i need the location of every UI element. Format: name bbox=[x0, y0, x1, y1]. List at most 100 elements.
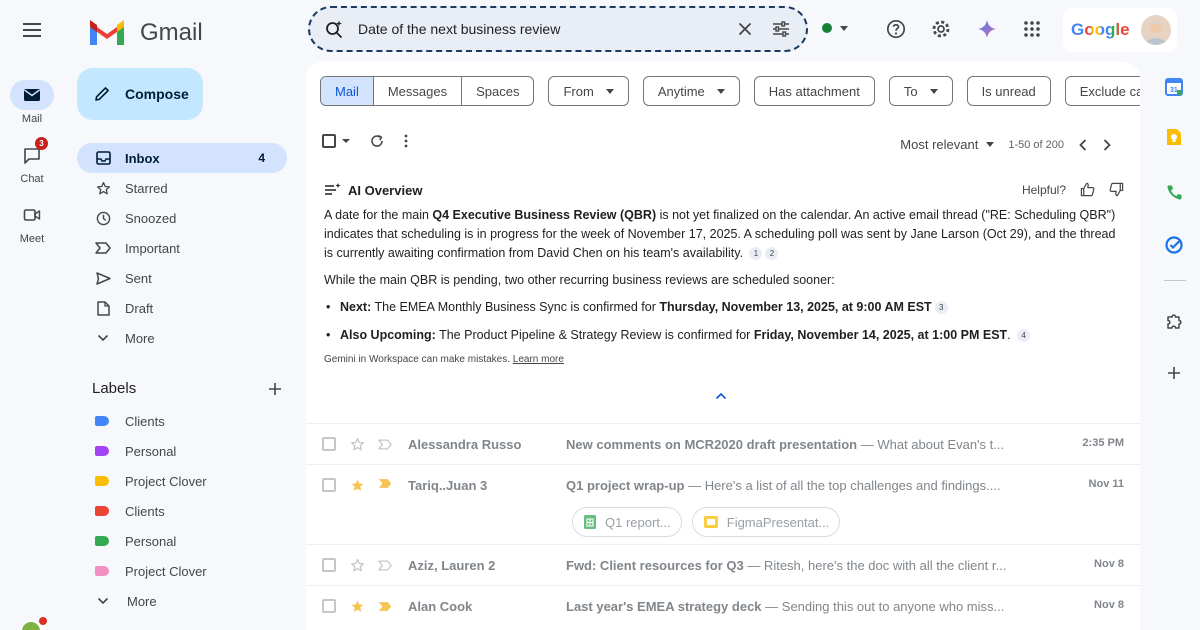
citation-chip[interactable]: 3 bbox=[934, 301, 948, 315]
bold-run: Q4 Executive Business Review (QBR) bbox=[432, 208, 657, 222]
row-checkbox[interactable] bbox=[322, 599, 336, 613]
important-toggle[interactable] bbox=[378, 438, 394, 450]
inbox-count: 4 bbox=[258, 151, 265, 165]
voice-app-button[interactable] bbox=[1165, 183, 1183, 201]
gmail-m-icon bbox=[90, 20, 124, 45]
table-row[interactable]: Alan Cook Last year's EMEA strategy deck… bbox=[306, 585, 1140, 626]
tasks-app-button[interactable] bbox=[1165, 236, 1183, 254]
star-toggle[interactable] bbox=[350, 437, 366, 452]
addons-button[interactable] bbox=[1165, 312, 1183, 330]
label-name: Personal bbox=[125, 533, 177, 549]
important-toggle[interactable] bbox=[378, 601, 394, 612]
rail-chat[interactable]: 3 Chat bbox=[0, 137, 64, 185]
scope-tab-messages[interactable]: Messages bbox=[372, 77, 461, 105]
chevron-right-icon[interactable] bbox=[1102, 138, 1112, 151]
sidebar-item-snoozed[interactable]: Snoozed bbox=[77, 203, 287, 233]
row-checkbox[interactable] bbox=[322, 558, 336, 572]
calendar-app-button[interactable]: 31 bbox=[1165, 78, 1183, 96]
gmail-logo[interactable]: Gmail bbox=[88, 18, 203, 48]
rail-meet-label: Meet bbox=[19, 233, 45, 245]
label-item[interactable]: Personal bbox=[77, 436, 287, 466]
learn-more-link[interactable]: Learn more bbox=[513, 354, 564, 365]
label-item[interactable]: Project Clover bbox=[77, 556, 287, 586]
phone-icon bbox=[1166, 185, 1181, 200]
sidebar-item-important[interactable]: Important bbox=[77, 233, 287, 263]
clear-search-button[interactable] bbox=[734, 18, 756, 40]
sidebar-item-label: Starred bbox=[125, 180, 168, 196]
attachment-chip[interactable]: FigmaPresentat... bbox=[691, 507, 841, 537]
filter-chip-has-attachment[interactable]: Has attachment bbox=[753, 76, 875, 106]
collapse-overview-button[interactable] bbox=[715, 392, 727, 400]
filter-chip-is-unread[interactable]: Is unread bbox=[966, 76, 1051, 106]
scope-tab-spaces[interactable]: Spaces bbox=[461, 77, 533, 105]
sort-label: Most relevant bbox=[900, 137, 979, 152]
filter-chip-exclude-calendar[interactable]: Exclude calendar updates bbox=[1064, 76, 1140, 106]
add-label-icon[interactable] bbox=[268, 382, 282, 396]
sidebar-item-draft[interactable]: Draft bbox=[77, 293, 287, 323]
main-menu-button[interactable] bbox=[21, 20, 43, 40]
search-bar[interactable]: Date of the next business review bbox=[308, 6, 808, 52]
sort-dropdown[interactable]: Most relevant bbox=[900, 137, 995, 152]
scope-tab-mail[interactable]: Mail bbox=[321, 77, 373, 105]
compose-button[interactable]: Compose bbox=[77, 68, 203, 120]
email-sender: Alan Cook bbox=[408, 598, 473, 614]
label-item[interactable]: Clients bbox=[77, 496, 287, 526]
thumbs-down-icon[interactable] bbox=[1109, 182, 1124, 197]
search-input[interactable]: Date of the next business review bbox=[358, 21, 720, 37]
filter-chip-to[interactable]: To bbox=[888, 76, 953, 106]
thumbs-up-icon[interactable] bbox=[1080, 182, 1095, 197]
citation-chip[interactable]: 2 bbox=[765, 247, 779, 261]
get-addons-button[interactable] bbox=[1165, 364, 1183, 382]
star-toggle[interactable] bbox=[350, 558, 366, 573]
star-toggle[interactable] bbox=[350, 478, 366, 493]
rail-meet[interactable]: Meet bbox=[0, 200, 64, 245]
status-selector[interactable] bbox=[822, 23, 848, 33]
row-checkbox[interactable] bbox=[322, 478, 336, 492]
row-checkbox[interactable] bbox=[322, 437, 336, 451]
star-outline-icon bbox=[350, 437, 365, 450]
send-icon bbox=[95, 271, 111, 285]
mail-icon bbox=[24, 89, 40, 101]
email-preview: Last year's EMEA strategy deck — Sending… bbox=[566, 599, 1036, 614]
labels-more[interactable]: More bbox=[77, 586, 287, 616]
rail-chat-label: Chat bbox=[20, 173, 44, 185]
refresh-icon[interactable] bbox=[370, 134, 384, 148]
more-vert-icon[interactable] bbox=[404, 134, 408, 148]
chip-label: From bbox=[563, 83, 594, 99]
filter-chip-from[interactable]: From bbox=[548, 76, 629, 106]
table-row[interactable]: Aziz, Lauren 2 Fwd: Client resources for… bbox=[306, 544, 1140, 585]
main-panel: Mail Messages Spaces From Anytime Has at… bbox=[306, 62, 1140, 630]
email-date: 2:35 PM bbox=[1082, 437, 1124, 449]
filter-chip-anytime[interactable]: Anytime bbox=[642, 76, 740, 106]
sidebar-item-more[interactable]: More bbox=[77, 323, 287, 353]
bold-run: Thursday, November 13, 2025, at 9:00 AM … bbox=[659, 300, 932, 314]
apps-button[interactable] bbox=[1021, 18, 1043, 40]
compose-label: Compose bbox=[125, 86, 189, 102]
important-toggle[interactable] bbox=[378, 559, 394, 571]
label-item[interactable]: Project Clover bbox=[77, 466, 287, 496]
email-preview: Q1 project wrap-up — Here's a list of al… bbox=[566, 478, 1036, 493]
search-options-button[interactable] bbox=[770, 18, 792, 40]
settings-button[interactable] bbox=[930, 18, 952, 40]
chevron-left-icon[interactable] bbox=[1078, 138, 1088, 151]
text-run: . bbox=[1007, 328, 1011, 342]
table-row[interactable]: Alessandra Russo New comments on MCR2020… bbox=[306, 423, 1140, 464]
gemini-button[interactable] bbox=[976, 18, 998, 40]
bold-run: Next: bbox=[340, 300, 372, 314]
star-toggle[interactable] bbox=[350, 599, 366, 614]
select-all-checkbox[interactable] bbox=[322, 134, 350, 148]
table-row[interactable]: Tariq..Juan 3 Q1 project wrap-up — Here'… bbox=[306, 464, 1140, 544]
citation-chip[interactable]: 1 bbox=[749, 247, 763, 261]
important-toggle[interactable] bbox=[378, 478, 394, 489]
sidebar-item-inbox[interactable]: Inbox 4 bbox=[77, 143, 287, 173]
sidebar-item-sent[interactable]: Sent bbox=[77, 263, 287, 293]
rail-mail[interactable]: Mail bbox=[0, 80, 64, 125]
label-name: Project Clover bbox=[125, 563, 207, 579]
sidebar-item-starred[interactable]: Starred bbox=[77, 173, 287, 203]
label-item[interactable]: Clients bbox=[77, 406, 287, 436]
citation-chip[interactable]: 4 bbox=[1017, 329, 1031, 343]
keep-app-button[interactable] bbox=[1165, 128, 1183, 146]
help-button[interactable] bbox=[885, 18, 907, 40]
label-item[interactable]: Personal bbox=[77, 526, 287, 556]
attachment-chip[interactable]: Q1 report... bbox=[572, 507, 682, 537]
